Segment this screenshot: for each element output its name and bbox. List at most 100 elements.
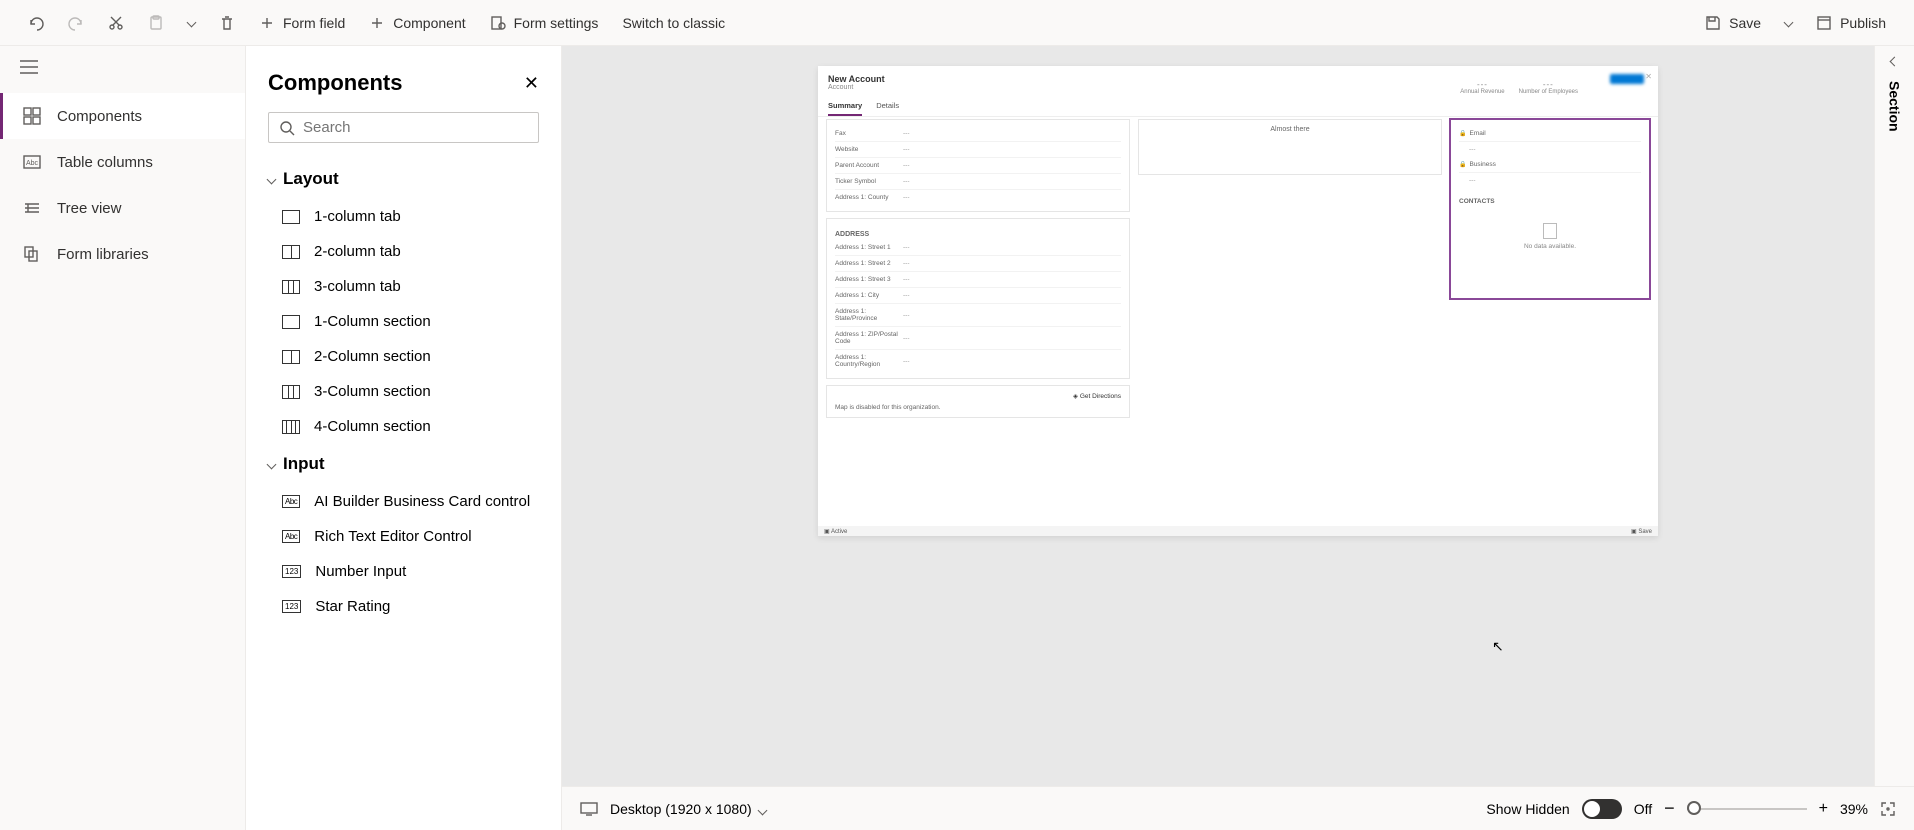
save-more-button[interactable]: [1775, 13, 1802, 32]
device-selector[interactable]: Desktop (1920 x 1080): [610, 801, 766, 817]
footer-save: Save: [1638, 529, 1652, 535]
add-form-field-button[interactable]: Form field: [249, 9, 355, 37]
form-settings-button[interactable]: Form settings: [480, 9, 609, 37]
device-label: Desktop (1920 x 1080): [610, 801, 752, 817]
comp-number-input[interactable]: 123Number Input: [246, 554, 557, 589]
right-properties-collapsed[interactable]: Section: [1874, 46, 1914, 786]
field-row: 🔒Business: [1459, 157, 1641, 173]
one-column-icon: [282, 210, 300, 224]
fit-to-screen-icon[interactable]: [1880, 801, 1896, 817]
form-preview[interactable]: New Account Account ---Annual Revenue --…: [818, 66, 1658, 536]
chevron-down-icon: [267, 459, 277, 469]
comp-star-rating[interactable]: 123Star Rating: [246, 589, 557, 624]
form-header-fields: ---Annual Revenue ---Number of Employees: [1460, 80, 1578, 95]
one-column-section-icon: [282, 315, 300, 329]
publish-button[interactable]: Publish: [1806, 9, 1896, 37]
timeline-card[interactable]: Almost there: [1138, 119, 1442, 175]
comp-2-column-tab[interactable]: 2-column tab: [246, 234, 557, 269]
show-hidden-label: Show Hidden: [1486, 801, 1569, 817]
comp-label: 4-Column section: [314, 418, 431, 435]
hamburger-button[interactable]: [0, 46, 245, 93]
group-layout-toggle[interactable]: Layout: [246, 159, 557, 199]
zoom-in-button[interactable]: +: [1819, 800, 1828, 818]
zoom-value: 39%: [1840, 801, 1868, 817]
field-row: Address 1: Street 2---: [835, 256, 1121, 272]
address-card[interactable]: ADDRESS Address 1: Street 1--- Address 1…: [826, 218, 1130, 379]
form-primary-button[interactable]: [1610, 74, 1644, 84]
tab-details[interactable]: Details: [876, 101, 899, 116]
comp-2-column-section[interactable]: 2-Column section: [246, 339, 557, 374]
comp-3-column-tab[interactable]: 3-column tab: [246, 269, 557, 304]
comp-1-column-section[interactable]: 1-Column section: [246, 304, 557, 339]
chevron-down-icon: [267, 174, 277, 184]
no-data-placeholder: No data available.: [1459, 205, 1641, 262]
group-input-toggle[interactable]: Input: [246, 444, 557, 484]
close-panel-button[interactable]: ✕: [524, 73, 539, 94]
top-fields-card[interactable]: Fax--- Website--- Parent Account--- Tick…: [826, 119, 1130, 212]
undo-button[interactable]: [18, 9, 54, 37]
components-scroll[interactable]: Layout 1-column tab 2-column tab 3-colum…: [246, 159, 561, 791]
get-directions-link[interactable]: ◈ Get Directions: [835, 392, 1121, 400]
bottom-status-bar: Desktop (1920 x 1080) Show Hidden Off − …: [562, 786, 1914, 830]
field-row: Ticker Symbol---: [835, 174, 1121, 190]
header-employees: Number of Employees: [1519, 89, 1578, 95]
components-panel-title: Components: [268, 70, 402, 96]
abc-icon: Abc: [282, 495, 300, 508]
table-columns-icon: Abc: [23, 153, 41, 171]
zoom-out-button[interactable]: −: [1664, 798, 1675, 819]
comp-label: 1-Column section: [314, 313, 431, 330]
form-close-icon[interactable]: ✕: [1645, 72, 1652, 81]
two-column-section-icon: [282, 350, 300, 364]
comp-label: Rich Text Editor Control: [314, 528, 471, 545]
nav-tree-view[interactable]: Tree view: [0, 185, 245, 231]
form-middle-column: Almost there: [1138, 119, 1442, 418]
address-section-title: ADDRESS: [835, 231, 1121, 238]
cut-button[interactable]: [98, 9, 134, 37]
abc-icon: Abc: [282, 530, 300, 543]
comp-label: Number Input: [315, 563, 406, 580]
no-data-text: No data available.: [1459, 243, 1641, 250]
comp-rich-text-editor[interactable]: Abc Rich Text Editor Control: [246, 519, 557, 554]
nav-components-label: Components: [57, 108, 142, 125]
comp-1-column-tab[interactable]: 1-column tab: [246, 199, 557, 234]
right-panel-label: Section: [1887, 81, 1903, 132]
nav-form-libraries-label: Form libraries: [57, 246, 149, 263]
components-icon: [23, 107, 41, 125]
comp-label: 1-column tab: [314, 208, 401, 225]
form-header: New Account Account ---Annual Revenue --…: [818, 66, 1658, 91]
redo-button[interactable]: [58, 9, 94, 37]
search-field-wrap[interactable]: [268, 112, 539, 143]
show-hidden-toggle[interactable]: [1582, 799, 1622, 819]
selected-section[interactable]: 🔒Email --- 🔒Business --- CONTACTS No dat…: [1450, 119, 1650, 299]
add-component-button[interactable]: Component: [359, 9, 475, 37]
comp-ai-business-card[interactable]: AbcAI Builder Business Card control: [246, 484, 557, 519]
save-button[interactable]: Save: [1695, 9, 1771, 37]
form-left-column: Fax--- Website--- Parent Account--- Tick…: [826, 119, 1130, 418]
desktop-icon: [580, 802, 598, 816]
comp-4-column-section[interactable]: 4-Column section: [246, 409, 557, 444]
field-row: Website---: [835, 142, 1121, 158]
nav-form-libraries[interactable]: Form libraries: [0, 231, 245, 277]
search-icon: [279, 120, 295, 136]
left-navigation-rail: Components Abc Table columns Tree view F…: [0, 46, 246, 830]
delete-button[interactable]: [209, 9, 245, 37]
zoom-slider[interactable]: [1687, 808, 1807, 810]
tab-summary[interactable]: Summary: [828, 101, 862, 116]
three-column-section-icon: [282, 385, 300, 399]
mouse-cursor-icon: ↖: [1492, 638, 1504, 655]
paste-more-button[interactable]: [178, 13, 205, 32]
search-input[interactable]: [303, 119, 528, 136]
footer-status: Active: [831, 529, 847, 535]
number-icon: 123: [282, 600, 301, 613]
expand-icon[interactable]: [1890, 57, 1900, 67]
nav-table-columns[interactable]: Abc Table columns: [0, 139, 245, 185]
three-column-icon: [282, 280, 300, 294]
nav-components[interactable]: Components: [0, 93, 245, 139]
field-row: 🔒Email: [1459, 126, 1641, 142]
map-card[interactable]: ◈ Get Directions Map is disabled for thi…: [826, 385, 1130, 418]
paste-button[interactable]: [138, 9, 174, 37]
group-layout-label: Layout: [283, 169, 339, 189]
comp-3-column-section[interactable]: 3-Column section: [246, 374, 557, 409]
switch-classic-label: Switch to classic: [622, 15, 725, 31]
switch-classic-button[interactable]: Switch to classic: [612, 9, 735, 37]
